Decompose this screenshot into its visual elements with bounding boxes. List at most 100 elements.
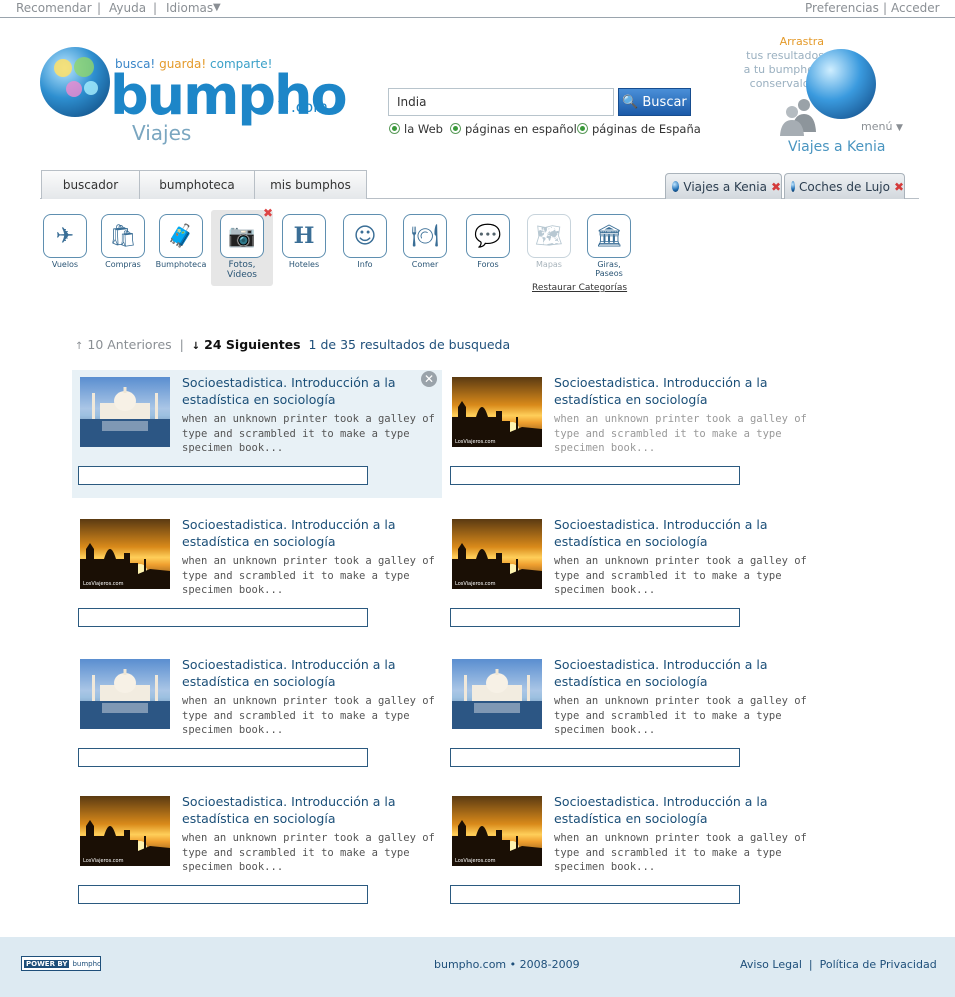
tour-icon: 🏛 bbox=[587, 214, 631, 258]
result-description: when an unknown printer took a galley of… bbox=[182, 832, 435, 873]
sunset-image bbox=[452, 401, 542, 447]
aviso-legal-link[interactable]: Aviso Legal bbox=[740, 958, 802, 971]
category-mapas[interactable]: 🗺 Mapas bbox=[522, 214, 576, 269]
radio-icon[interactable] bbox=[577, 123, 588, 134]
category-label: Vuelos bbox=[51, 260, 79, 269]
separator: | bbox=[153, 1, 158, 15]
result-card[interactable]: Socioestadistica. Introducción a la esta… bbox=[72, 652, 442, 780]
category-label: Fotos, Videos bbox=[227, 260, 257, 280]
result-description: when an unknown printer took a galley of… bbox=[554, 695, 807, 736]
sunset-thumbnail[interactable]: LosViajeros.com bbox=[452, 377, 542, 447]
category-hoteles[interactable]: H Hoteles bbox=[277, 214, 331, 269]
radio-label: la Web bbox=[404, 122, 443, 136]
sunset-thumbnail[interactable]: LosViajeros.com bbox=[452, 796, 542, 866]
camera-icon: 📷 bbox=[220, 214, 264, 258]
separator: | bbox=[808, 958, 813, 971]
category-bumphoteca[interactable]: 🧳 Bumphoteca bbox=[154, 214, 208, 269]
recomendar-link[interactable]: Recomendar bbox=[16, 1, 92, 15]
sunset-thumbnail[interactable]: LosViajeros.com bbox=[80, 796, 170, 866]
bumpho-tab-label: Coches de Lujo bbox=[798, 179, 890, 194]
privacy-link[interactable]: Política de Privacidad bbox=[820, 958, 937, 971]
taj-mahal-thumbnail[interactable] bbox=[452, 659, 542, 729]
radio-label: páginas en español bbox=[465, 122, 577, 136]
drag-hint-line: tus resultados bbox=[746, 49, 824, 62]
result-card[interactable]: Socioestadistica. Introducción a la esta… bbox=[72, 370, 442, 498]
tab-bumphoteca[interactable]: bumphoteca bbox=[139, 170, 255, 199]
watermark: LosViajeros.com bbox=[83, 858, 124, 864]
tab-mis-bumphos[interactable]: mis bumphos bbox=[254, 170, 367, 199]
results-summary: 1 de 35 resultados de busqueda bbox=[308, 337, 511, 352]
category-label: Info bbox=[357, 260, 373, 269]
result-card[interactable]: LosViajeros.com Socioestadistica. Introd… bbox=[72, 789, 442, 917]
preferencias-link[interactable]: Preferencias bbox=[805, 1, 879, 15]
category-info[interactable]: ☺ Info bbox=[338, 214, 392, 269]
arrow-down-icon: ↓ bbox=[191, 341, 201, 352]
close-icon[interactable]: ✖ bbox=[894, 180, 904, 194]
acceder-link[interactable]: Acceder bbox=[891, 1, 940, 15]
radio-option-spain[interactable]: páginas de España bbox=[577, 122, 701, 136]
category-fotos-videos[interactable]: 📷 Fotos, Videos bbox=[215, 214, 269, 280]
result-title[interactable]: Socioestadistica. Introducción a la esta… bbox=[182, 656, 432, 690]
restore-categories-link[interactable]: Restaurar Categorías bbox=[532, 283, 627, 293]
result-title[interactable]: Socioestadistica. Introducción a la esta… bbox=[182, 374, 432, 408]
current-bumpho-label[interactable]: Viajes a Kenia bbox=[788, 139, 885, 155]
powered-by-label: POWER BY bbox=[24, 959, 70, 968]
arrow-up-icon: ↑ bbox=[75, 341, 84, 352]
powered-by-badge[interactable]: POWER BY bumpho bbox=[21, 956, 101, 971]
result-title[interactable]: Socioestadistica. Introducción a la esta… bbox=[554, 656, 804, 690]
radio-option-spanish[interactable]: páginas en español bbox=[450, 122, 577, 136]
idiomas-link[interactable]: Idiomas bbox=[166, 1, 213, 15]
result-card[interactable]: LosViajeros.com Socioestadistica. Introd… bbox=[72, 512, 442, 640]
ayuda-link[interactable]: Ayuda bbox=[109, 1, 146, 15]
category-comer[interactable]: 🍽 Comer bbox=[398, 214, 452, 269]
search-input[interactable] bbox=[388, 88, 614, 116]
taj-mahal-image bbox=[80, 669, 170, 729]
result-card[interactable]: LosViajeros.com Socioestadistica. Introd… bbox=[444, 370, 814, 498]
bumpho-tab-coches-lujo[interactable]: Coches de Lujo ✖ bbox=[784, 173, 905, 199]
category-foros[interactable]: 💬 Foros bbox=[461, 214, 515, 269]
brand-logo-text[interactable]: bumpho bbox=[110, 66, 348, 126]
radio-icon[interactable] bbox=[450, 123, 461, 134]
prev-page-link[interactable]: 10 Anteriores bbox=[87, 337, 171, 352]
result-bar bbox=[78, 608, 368, 627]
plate-icon: 🍽 bbox=[403, 214, 447, 258]
copyright: bumpho.com • 2008-2009 bbox=[434, 958, 580, 971]
result-title[interactable]: Socioestadistica. Introducción a la esta… bbox=[182, 793, 432, 827]
globe-icon bbox=[672, 181, 680, 192]
result-title[interactable]: Socioestadistica. Introducción a la esta… bbox=[554, 374, 804, 408]
taj-mahal-thumbnail[interactable] bbox=[80, 659, 170, 729]
category-vuelos[interactable]: ✈ Vuelos bbox=[38, 214, 92, 269]
result-card[interactable]: LosViajeros.com Socioestadistica. Introd… bbox=[444, 512, 814, 640]
legal-links: Aviso Legal | Política de Privacidad bbox=[740, 958, 937, 971]
logo-globe-icon[interactable] bbox=[40, 47, 110, 117]
chevron-down-icon[interactable]: ▼ bbox=[213, 2, 221, 13]
category-label: Comer bbox=[411, 260, 439, 269]
radio-option-web[interactable]: la Web bbox=[389, 122, 443, 136]
section-title: Viajes bbox=[132, 121, 192, 145]
brand-domain-suffix: ™.com bbox=[276, 98, 328, 116]
separator: | bbox=[883, 1, 888, 15]
result-title[interactable]: Socioestadistica. Introducción a la esta… bbox=[182, 516, 432, 550]
sunset-thumbnail[interactable]: LosViajeros.com bbox=[452, 519, 542, 589]
powered-brand: bumpho bbox=[72, 959, 102, 968]
category-giras-paseos[interactable]: 🏛 Giras, Paseos bbox=[582, 214, 636, 278]
result-card[interactable]: LosViajeros.com Socioestadistica. Introd… bbox=[444, 789, 814, 917]
search-icon: 🔍 bbox=[622, 94, 639, 110]
bumpho-tab-viajes-kenia[interactable]: Viajes a Kenia ✖ bbox=[665, 173, 782, 199]
tab-buscador[interactable]: buscador bbox=[41, 170, 140, 199]
close-icon[interactable]: ✕ bbox=[421, 371, 437, 387]
result-title[interactable]: Socioestadistica. Introducción a la esta… bbox=[554, 793, 804, 827]
sunset-thumbnail[interactable]: LosViajeros.com bbox=[80, 519, 170, 589]
menu-dropdown[interactable]: menú ▼ bbox=[861, 120, 903, 133]
result-card[interactable]: Socioestadistica. Introducción a la esta… bbox=[444, 652, 814, 780]
search-button[interactable]: 🔍 Buscar bbox=[618, 88, 691, 116]
drag-hint-line: a tu bumpho y bbox=[743, 63, 824, 76]
next-page-link[interactable]: 24 Siguientes bbox=[204, 337, 300, 352]
result-bar bbox=[78, 748, 368, 767]
radio-icon[interactable] bbox=[389, 123, 400, 134]
result-title[interactable]: Socioestadistica. Introducción a la esta… bbox=[554, 516, 804, 550]
close-icon[interactable]: ✖ bbox=[771, 180, 781, 194]
suitcase-icon: 🧳 bbox=[159, 214, 203, 258]
taj-mahal-thumbnail[interactable] bbox=[80, 377, 170, 447]
category-compras[interactable]: 🛍 Compras bbox=[96, 214, 150, 269]
